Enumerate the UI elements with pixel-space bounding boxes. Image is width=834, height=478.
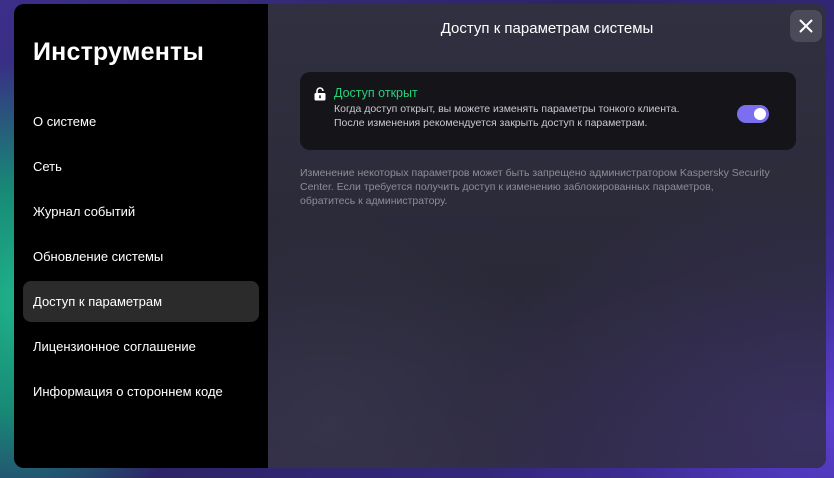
page-title: Доступ к параметрам системы [440,20,654,37]
sidebar-item-settings-access[interactable]: Доступ к параметрам [23,281,259,322]
sidebar-title: Инструменты [33,38,205,66]
description-line-2: После изменения рекомендуется закрыть до… [334,117,648,129]
sidebar-item-about-system[interactable]: О системе [23,101,259,142]
sidebar-item-system-update[interactable]: Обновление системы [23,236,259,277]
sidebar-item-third-party-code[interactable]: Информация о стороннем коде [23,371,259,412]
access-status-card: Доступ открыт Когда доступ открыт, вы мо… [300,72,796,150]
admin-note: Изменение некоторых параметров может быт… [300,167,770,207]
access-status-title: Доступ открыт [334,86,418,100]
sidebar-item-license-agreement[interactable]: Лицензионное соглашение [23,326,259,367]
sidebar-item-event-log[interactable]: Журнал событий [23,191,259,232]
main-content: Доступ к параметрам системы Доступ откры… [268,4,826,468]
description-line-1: Когда доступ открыт, вы можете изменять … [334,103,680,115]
sidebar-nav: О системе Сеть Журнал событий Обновление… [23,101,259,416]
access-toggle[interactable] [737,105,769,123]
toggle-knob [754,108,766,120]
access-status-description: Когда доступ открыт, вы можете изменять … [334,102,734,130]
sidebar: Инструменты О системе Сеть Журнал событи… [14,4,268,468]
unlock-icon [314,87,326,101]
settings-window: Инструменты О системе Сеть Журнал событи… [14,4,826,468]
sidebar-item-network[interactable]: Сеть [23,146,259,187]
close-button[interactable] [790,10,822,42]
close-icon [799,19,813,33]
